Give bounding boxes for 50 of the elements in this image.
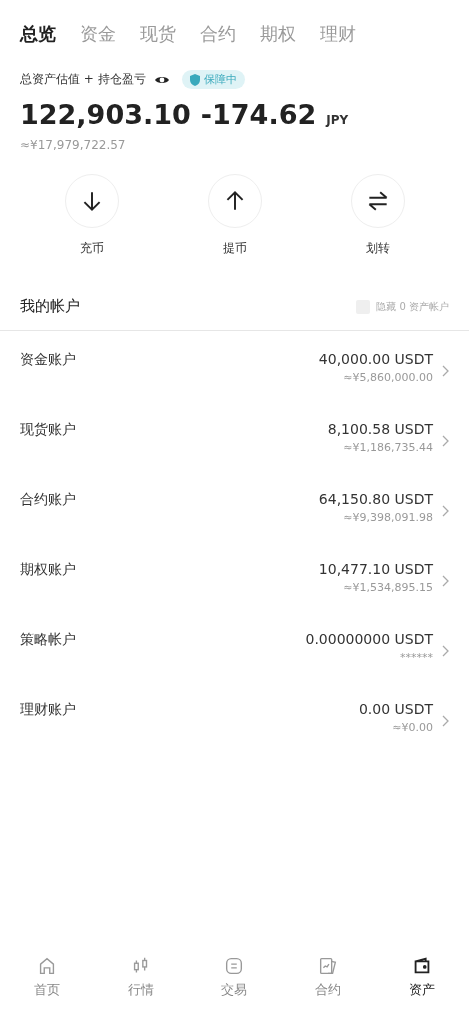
action-label: 充币 bbox=[79, 240, 104, 257]
chevron-right-icon[interactable] bbox=[441, 434, 449, 447]
account-approx-value: ≈¥0.00 bbox=[392, 721, 433, 734]
pnl-amount: -174.62 bbox=[200, 99, 317, 130]
tab[interactable]: 合约 bbox=[200, 22, 236, 46]
chevron-right-icon[interactable] bbox=[441, 504, 449, 517]
tab[interactable]: 资金 bbox=[80, 22, 116, 46]
total-amount: 122,903.10 bbox=[20, 99, 191, 130]
account-approx-value: ≈¥9,398,091.98 bbox=[343, 511, 433, 524]
transfer-button[interactable] bbox=[350, 174, 405, 228]
chevron-right-icon[interactable] bbox=[441, 364, 449, 377]
account-name[interactable]: 期权账户 bbox=[20, 561, 76, 579]
account-approx-value: ≈¥1,534,895.15 bbox=[343, 581, 433, 594]
chevron-right-icon[interactable] bbox=[441, 714, 449, 727]
account-name[interactable]: 合约账户 bbox=[20, 491, 76, 509]
account-approx-value: ≈¥1,186,735.44 bbox=[343, 441, 433, 454]
asset-label: 总资产估值 + 持仓盈亏 bbox=[20, 71, 146, 88]
account-name[interactable]: 策略帐户 bbox=[20, 631, 76, 649]
action-label: 提币 bbox=[222, 240, 247, 257]
account-name[interactable]: 现货账户 bbox=[20, 421, 76, 439]
action-label: 划转 bbox=[365, 240, 390, 257]
account-balance: 64,150.80 USDT bbox=[318, 491, 433, 507]
checkbox-label[interactable]: 隐藏 0 资产帐户 bbox=[376, 299, 449, 314]
tab[interactable]: 现货 bbox=[140, 22, 176, 46]
nav-tab[interactable]: 合约 bbox=[288, 955, 369, 999]
account-approx-value: ****** bbox=[400, 651, 433, 664]
account-balance: 0.00 USDT bbox=[358, 701, 433, 717]
tab[interactable]: 理财 bbox=[320, 22, 356, 46]
approx-value: ≈¥17,979,722.57 bbox=[20, 138, 126, 152]
account-name[interactable]: 理财账户 bbox=[20, 701, 76, 719]
nav-tab[interactable]: 资产 bbox=[382, 955, 463, 999]
account-balance: 10,477.10 USDT bbox=[318, 561, 433, 577]
protection-badge: 保障中 bbox=[181, 70, 245, 89]
chevron-right-icon[interactable] bbox=[441, 574, 449, 587]
nav-tab[interactable]: 首页 bbox=[6, 955, 87, 999]
account-balance: 40,000.00 USDT bbox=[318, 351, 433, 367]
tab[interactable]: 总览 bbox=[20, 22, 56, 46]
deposit-button[interactable] bbox=[64, 174, 119, 228]
currency-label: JPY bbox=[326, 113, 349, 127]
shield-icon bbox=[189, 73, 200, 86]
account-name[interactable]: 资金账户 bbox=[20, 351, 76, 369]
nav-tab[interactable]: 交易 bbox=[194, 955, 275, 999]
chevron-right-icon[interactable] bbox=[441, 644, 449, 657]
section-title: 我的帐户 bbox=[20, 297, 80, 316]
withdraw-button[interactable] bbox=[207, 174, 262, 228]
account-balance: 8,100.58 USDT bbox=[327, 421, 433, 437]
account-approx-value: ≈¥5,860,000.00 bbox=[343, 371, 433, 384]
account-balance: 0.00000000 USDT bbox=[305, 631, 433, 647]
tab[interactable]: 期权 bbox=[260, 22, 296, 46]
nav-tab[interactable]: 行情 bbox=[100, 955, 181, 999]
